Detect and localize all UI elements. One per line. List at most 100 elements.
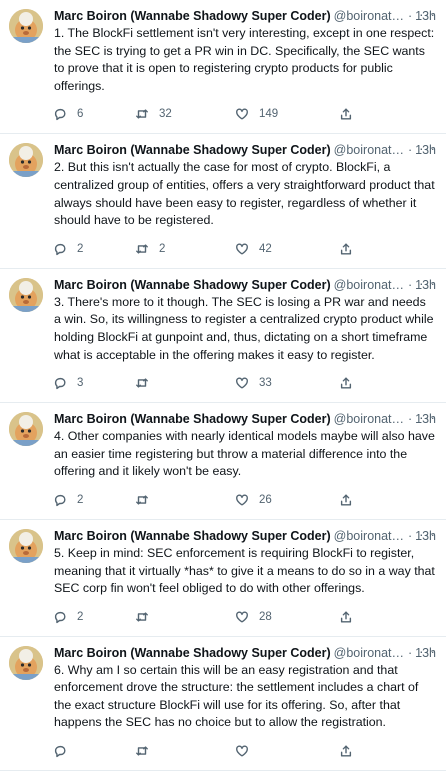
tweet-text: 3. There's more to it though. The SEC is… [54,294,434,362]
author-handle[interactable]: @boironattor... [334,8,405,24]
author-handle[interactable]: @boironattor... [334,645,405,661]
tweet-thread: Marc Boiron (Wannabe Shadowy Super Coder… [0,0,446,771]
share-button[interactable] [339,107,369,121]
avatar[interactable] [9,277,43,312]
reply-icon [54,494,66,507]
more-icon[interactable]: ··· [419,140,436,156]
author-handle[interactable]: @boironattor... [334,142,405,158]
reply-button[interactable]: 2 [53,242,135,256]
author-handle[interactable]: @boironattor... [334,277,405,293]
retweet-count: 32 [159,108,172,121]
reply-icon [54,745,66,758]
like-button[interactable]: 149 [235,107,339,121]
retweet-icon [136,378,148,388]
reply-button[interactable]: 2 [53,610,135,624]
avatar[interactable] [9,528,43,563]
like-icon [236,243,248,255]
reply-icon [54,109,66,121]
tweet-header: Marc Boiron (Wannabe Shadowy Super Coder… [54,134,436,158]
share-button[interactable] [339,376,369,390]
share-button[interactable] [339,493,369,507]
like-icon [236,745,248,757]
retweet-button[interactable] [135,376,235,390]
reply-icon [54,611,66,623]
more-icon[interactable]: ··· [419,526,436,542]
like-count: 42 [259,242,272,255]
separator-dot: · [407,412,413,427]
tweet-text: 6. Why am I so certain this will be an e… [54,662,419,730]
separator-dot: · [407,143,413,158]
tweet[interactable]: Marc Boiron (Wannabe Shadowy Super Coder… [0,134,446,269]
like-icon [236,108,248,120]
reply-count: 2 [77,493,84,506]
more-icon[interactable]: ··· [419,409,436,425]
author-name[interactable]: Marc Boiron (Wannabe Shadowy Super Coder… [54,645,331,661]
author-handle[interactable]: @boironattor... [334,411,405,427]
tweet-actions: 6 32 149 [54,101,436,127]
reply-button[interactable]: 2 [53,493,135,507]
share-icon [340,494,352,506]
tweet-actions: 2 28 [54,604,436,630]
avatar[interactable] [9,412,43,447]
retweet-icon [136,612,148,622]
like-icon [236,377,248,389]
tweet-text: 1. The BlockFi settlement isn't very int… [54,26,435,93]
share-icon [340,377,352,389]
like-count: 33 [259,377,272,390]
like-button[interactable]: 33 [235,376,339,390]
like-button[interactable]: 28 [235,610,339,624]
tweet-header: Marc Boiron (Wannabe Shadowy Super Coder… [54,0,436,24]
retweet-button[interactable]: 2 [135,242,235,256]
retweet-icon [136,495,148,505]
tweet-header: Marc Boiron (Wannabe Shadowy Super Coder… [54,637,436,661]
tweet-text: 5. Keep in mind: SEC enforcement is requ… [54,545,435,596]
tweet[interactable]: Marc Boiron (Wannabe Shadowy Super Coder… [0,269,446,404]
like-button[interactable] [235,744,339,758]
more-icon[interactable]: ··· [419,643,436,659]
share-icon [340,745,352,757]
reply-icon [54,378,66,390]
retweet-button[interactable] [135,744,235,758]
share-button[interactable] [339,744,369,758]
like-button[interactable]: 26 [235,493,339,507]
avatar[interactable] [9,645,43,680]
more-icon[interactable]: ··· [419,6,436,22]
separator-dot: · [407,645,413,660]
avatar[interactable] [9,9,43,43]
tweet[interactable]: Marc Boiron (Wannabe Shadowy Super Coder… [0,520,446,637]
reply-button[interactable]: 6 [53,107,135,121]
separator-dot: · [407,277,413,292]
author-name[interactable]: Marc Boiron (Wannabe Shadowy Super Coder… [54,411,331,427]
like-button[interactable]: 42 [235,242,339,256]
author-name[interactable]: Marc Boiron (Wannabe Shadowy Super Coder… [54,142,331,158]
retweet-button[interactable] [135,493,235,507]
tweet-text: 4. Other companies with nearly identical… [54,429,435,479]
reply-button[interactable]: 3 [53,376,135,390]
retweet-button[interactable]: 32 [135,107,235,121]
tweet-text: 2. But this isn't actually the case for … [54,160,435,228]
tweet-actions: 2 2 42 [54,236,436,262]
more-icon[interactable]: ··· [419,275,436,291]
author-name[interactable]: Marc Boiron (Wannabe Shadowy Super Coder… [54,277,331,293]
reply-count: 2 [77,242,84,255]
share-button[interactable] [339,610,369,624]
retweet-icon [136,746,148,756]
author-handle[interactable]: @boironattor... [334,528,405,544]
share-icon [340,108,352,120]
like-icon [236,611,248,623]
reply-count: 3 [77,377,84,390]
reply-button[interactable] [53,744,135,758]
avatar[interactable] [9,143,43,178]
reply-count: 6 [77,108,84,121]
author-name[interactable]: Marc Boiron (Wannabe Shadowy Super Coder… [54,8,331,24]
share-button[interactable] [339,242,369,256]
author-name[interactable]: Marc Boiron (Wannabe Shadowy Super Coder… [54,528,331,544]
retweet-button[interactable] [135,610,235,624]
tweet[interactable]: Marc Boiron (Wannabe Shadowy Super Coder… [0,637,446,771]
share-icon [340,611,352,623]
like-icon [236,494,248,506]
like-count: 26 [259,493,272,506]
tweet[interactable]: Marc Boiron (Wannabe Shadowy Super Coder… [0,0,446,135]
tweet-header: Marc Boiron (Wannabe Shadowy Super Coder… [54,520,436,544]
tweet[interactable]: Marc Boiron (Wannabe Shadowy Super Coder… [0,403,446,520]
